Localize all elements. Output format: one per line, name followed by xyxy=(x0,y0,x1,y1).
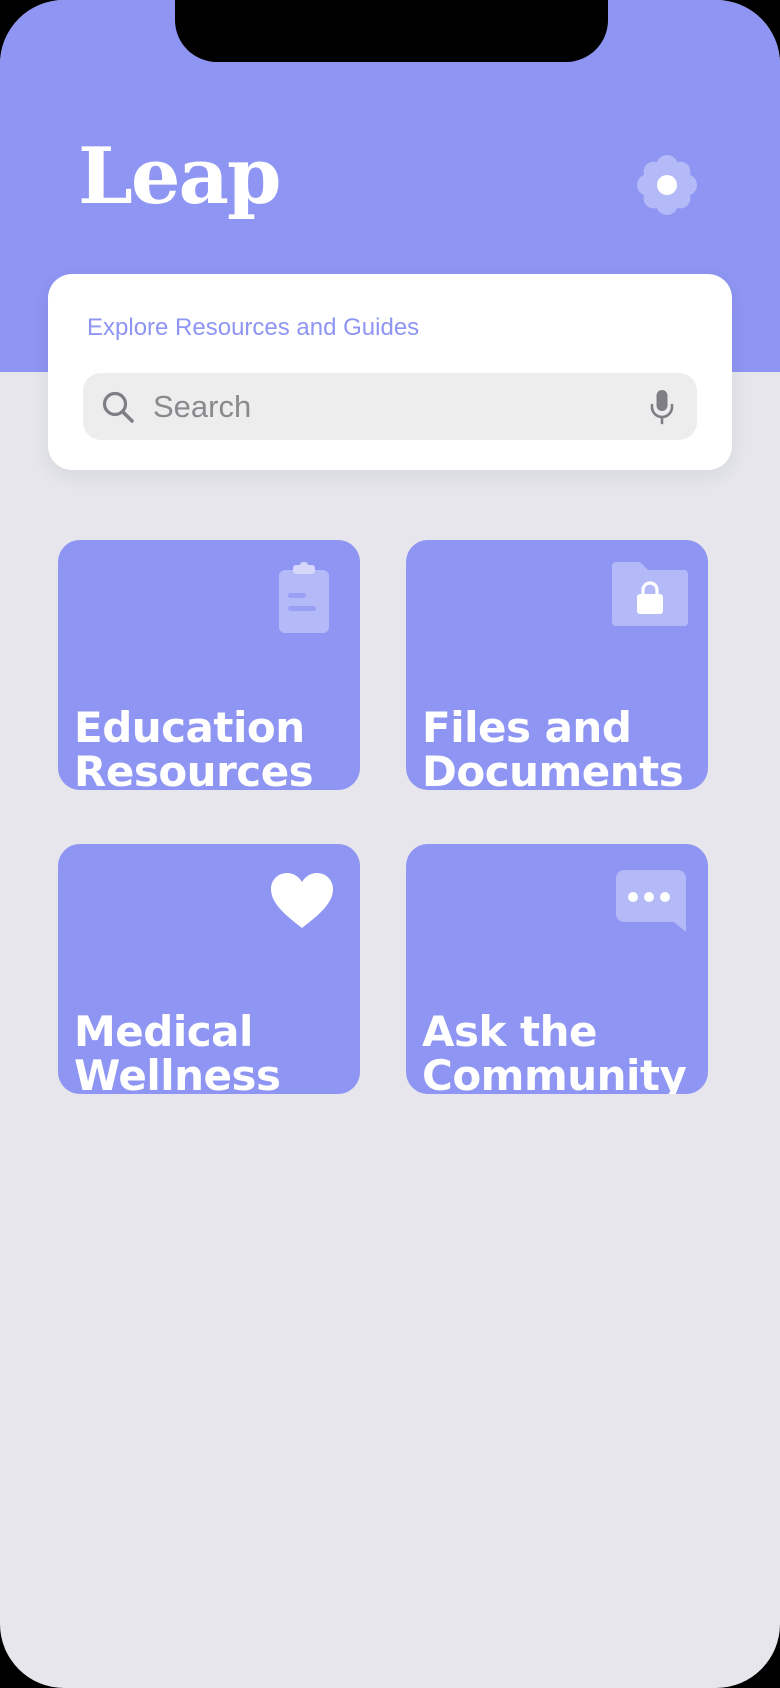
tile-label-line: Resources xyxy=(74,747,314,791)
flower-gear-icon xyxy=(637,155,697,215)
tile-label-line: Files and xyxy=(422,703,632,752)
tile-label-line: Ask the xyxy=(422,1007,598,1056)
tile-label-line: Wellness xyxy=(74,1051,281,1095)
device-notch xyxy=(175,0,608,62)
heart-icon xyxy=(271,873,333,928)
tile-label: Medical Wellness xyxy=(74,1007,360,1095)
locked-folder-icon xyxy=(612,562,688,626)
tile-label-line: Medical xyxy=(74,1007,253,1056)
search-card: Explore Resources and Guides xyxy=(48,274,732,470)
app-screen: Leap Explore Resources and Guides Search… xyxy=(0,0,780,1688)
clipboard-icon xyxy=(279,562,329,633)
search-bar[interactable] xyxy=(83,373,697,440)
tile-label-line: Documents xyxy=(422,747,684,791)
search-card-heading: Explore Resources and Guides xyxy=(87,314,420,341)
settings-button[interactable] xyxy=(636,154,698,216)
tile-label-line: Community xyxy=(422,1051,687,1095)
search-icon xyxy=(102,391,134,423)
microphone-icon[interactable] xyxy=(649,389,675,425)
tile-ask-the-community[interactable]: Ask the Community xyxy=(406,844,708,1094)
tile-files-and-documents[interactable]: Files and Documents xyxy=(406,540,708,790)
chat-bubble-icon xyxy=(616,870,686,932)
tile-label: Education Resources xyxy=(74,703,360,791)
search-input[interactable] xyxy=(153,373,613,440)
tile-education-resources[interactable]: Education Resources xyxy=(58,540,360,790)
tile-label: Ask the Community xyxy=(422,1007,708,1095)
app-title: Leap xyxy=(78,131,282,222)
tile-label-line: Education xyxy=(74,703,305,752)
tile-medical-wellness[interactable]: Medical Wellness xyxy=(58,844,360,1094)
tile-label: Files and Documents xyxy=(422,703,708,791)
